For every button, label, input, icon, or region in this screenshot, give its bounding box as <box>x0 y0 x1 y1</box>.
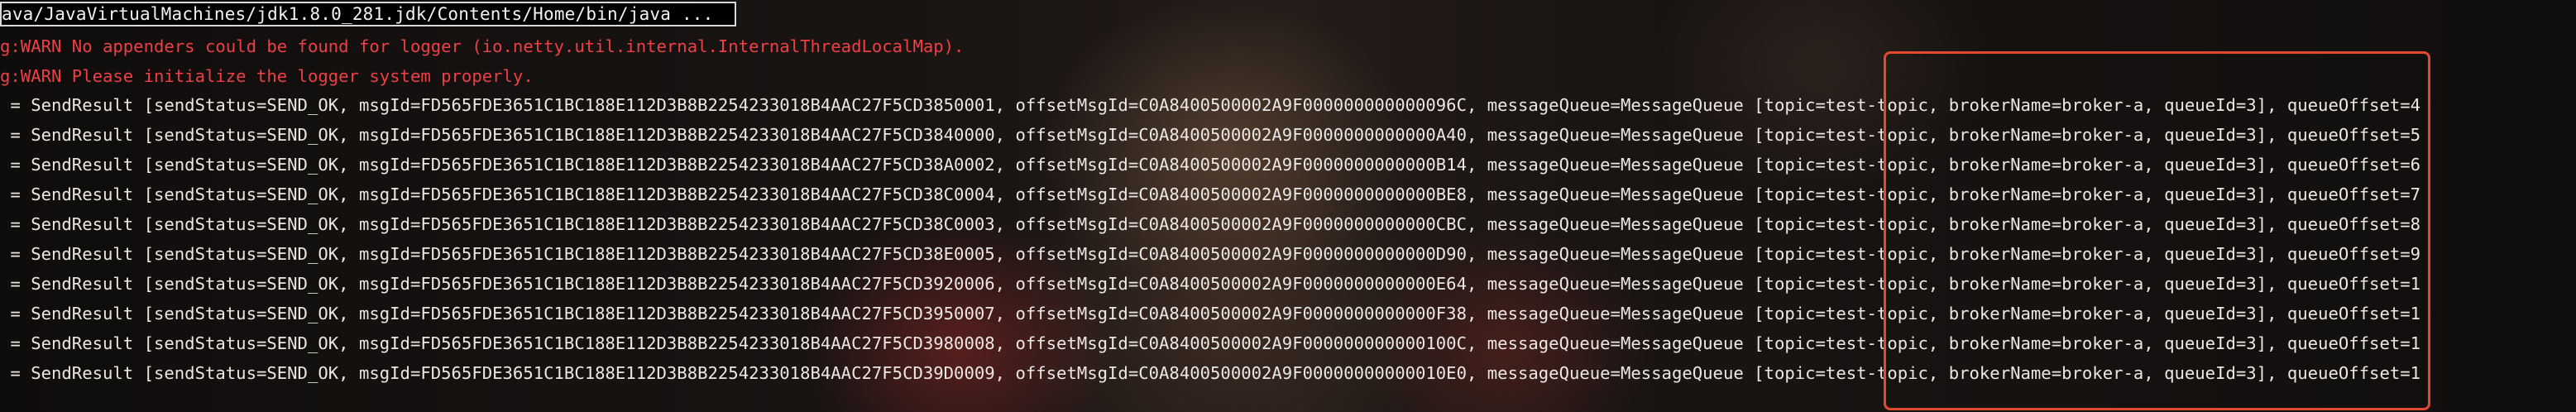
terminal-output: ava/JavaVirtualMachines/jdk1.8.0_281.jdk… <box>0 0 2576 412</box>
message-queue-highlight-box <box>1884 51 2430 410</box>
process-command-text: ava/JavaVirtualMachines/jdk1.8.0_281.jdk… <box>2 4 714 24</box>
warning-line: g:WARN Please initialize the logger syst… <box>0 66 534 86</box>
warning-line: g:WARN No appenders could be found for l… <box>0 36 965 56</box>
process-command-bar[interactable]: ava/JavaVirtualMachines/jdk1.8.0_281.jdk… <box>0 2 736 26</box>
